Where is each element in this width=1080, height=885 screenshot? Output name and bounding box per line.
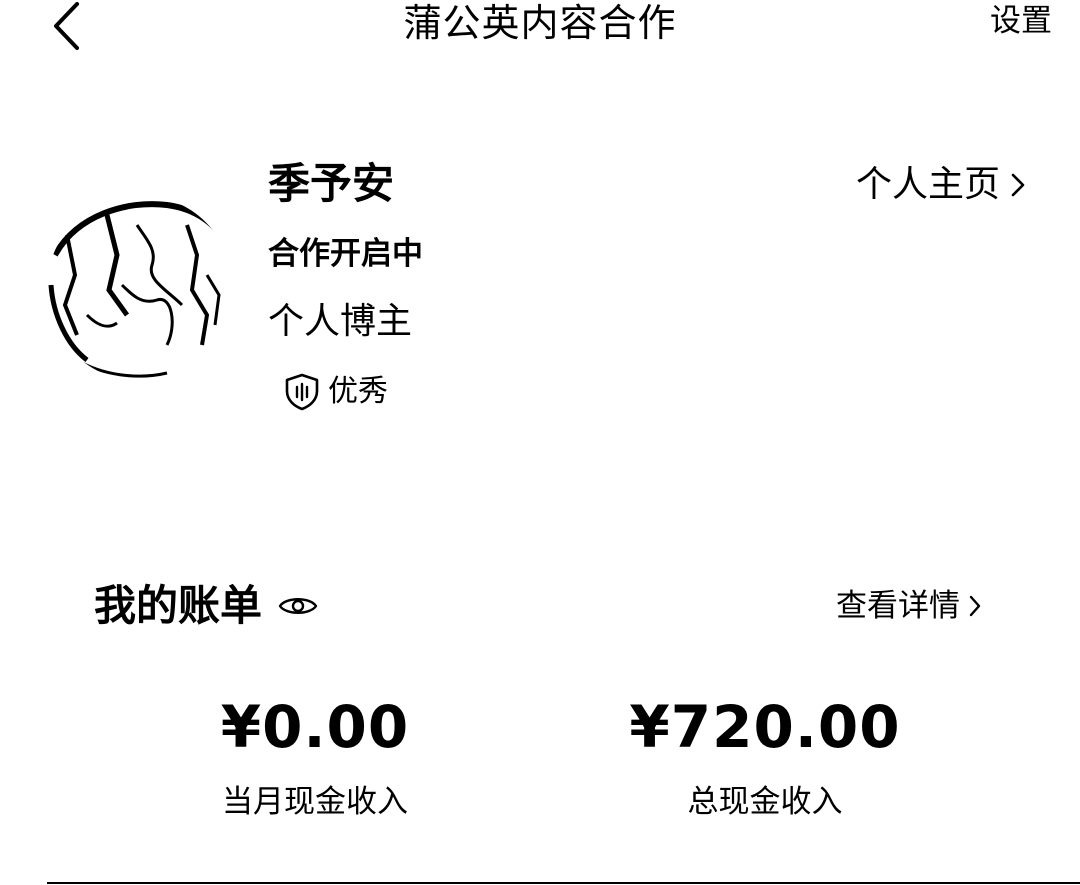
view-details-label: 查看详情 [836, 588, 960, 624]
eye-icon [278, 598, 318, 614]
shield-icon [285, 373, 319, 411]
rating-badge: 优秀 [284, 370, 388, 414]
visibility-toggle[interactable] [278, 594, 318, 618]
avatar[interactable] [47, 195, 233, 381]
view-details-link[interactable]: 查看详情 [836, 584, 982, 628]
homepage-link[interactable]: 个人主页 [856, 160, 1026, 210]
section-divider [47, 882, 1080, 884]
creator-role: 个人博主 [268, 301, 413, 342]
monthly-income-label: 当月现金收入 [222, 784, 408, 820]
total-income-value: ¥720.00 [629, 693, 901, 761]
homepage-link-label: 个人主页 [855, 164, 1000, 205]
chevron-left-icon [54, 2, 79, 50]
page-title: 蒲公英内容合作 [403, 1, 677, 45]
profile-name: 季予安 [268, 159, 395, 208]
total-income-label: 总现金收入 [687, 784, 843, 820]
chevron-right-icon [1011, 173, 1025, 197]
chevron-right-icon [969, 595, 981, 617]
cooperation-status: 合作开启中 [268, 236, 423, 272]
avatar-image [48, 196, 232, 380]
settings-button[interactable]: 设置 [990, 0, 1052, 42]
bill-title: 我的账单 [94, 581, 263, 630]
bill-header: 我的账单 [94, 578, 318, 634]
monthly-income-stat: ¥0.00 当月现金收入 [135, 692, 495, 824]
back-button[interactable] [46, 0, 86, 52]
total-income-stat: ¥720.00 总现金收入 [585, 692, 945, 824]
badge-label: 优秀 [328, 374, 388, 409]
monthly-income-value: ¥0.00 [220, 693, 410, 761]
